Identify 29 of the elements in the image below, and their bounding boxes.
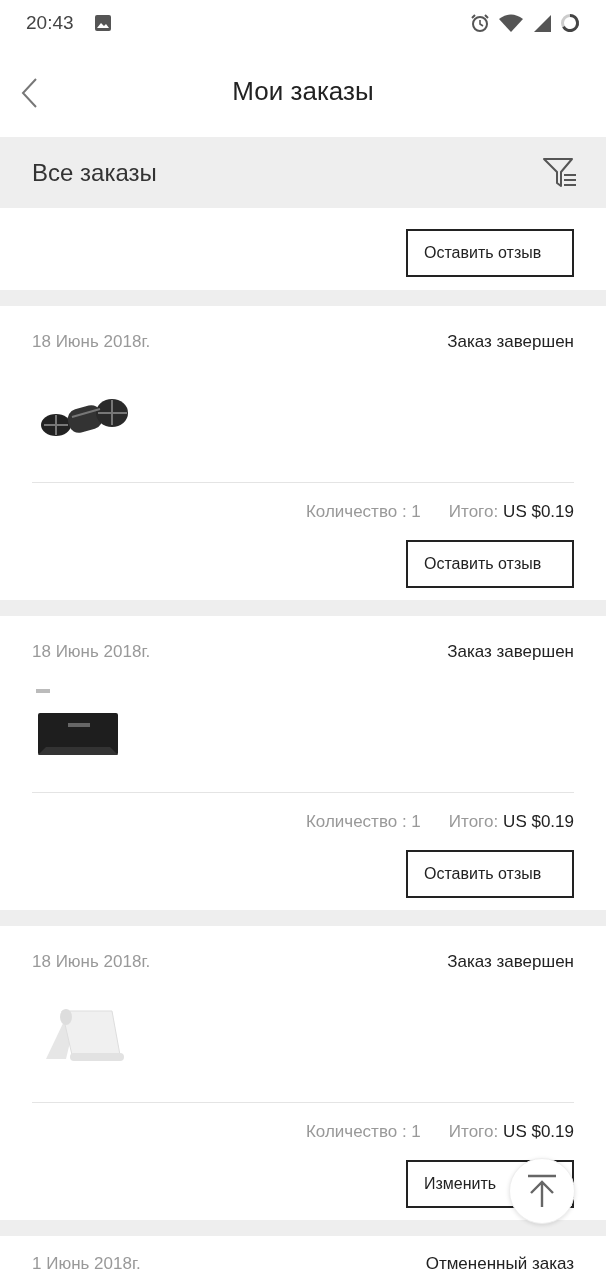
total-price: US $0.19 — [503, 811, 574, 832]
page-title: Мои заказы — [232, 75, 374, 107]
order-action-button[interactable]: Оставить отзыв — [406, 540, 574, 588]
filter-label: Все заказы — [32, 158, 157, 187]
quantity-text: Количество : 1 — [305, 811, 421, 832]
quantity-text: Количество : 1 — [305, 1121, 421, 1142]
total-price: US $0.19 — [503, 1121, 574, 1142]
order-status: Заказ завершен — [447, 642, 574, 662]
order-date: 18 Июнь 2018г. — [32, 952, 151, 972]
review-button[interactable]: Оставить отзыв — [406, 229, 574, 277]
image-icon — [93, 13, 112, 32]
battery-icon — [560, 12, 580, 33]
wifi-icon — [498, 12, 524, 33]
total-price: US $0.19 — [503, 501, 574, 522]
alarm-icon — [470, 12, 490, 33]
order-action-button[interactable]: Оставить отзыв — [406, 850, 574, 898]
order-date: 18 Июнь 2018г. — [32, 642, 151, 662]
order-date: 1 Июнь 2018г. — [32, 1254, 141, 1274]
quantity-text: Количество : 1 — [305, 501, 421, 522]
arrow-up-icon — [527, 1174, 557, 1208]
filter-button[interactable] — [542, 155, 578, 190]
total-label: Итого: — [448, 1121, 499, 1142]
status-time: 20:43 — [26, 11, 74, 34]
total-label: Итого: — [448, 501, 499, 522]
order-status: Заказ завершен — [447, 952, 574, 972]
order-status: Заказ завершен — [447, 332, 574, 352]
order-date: 18 Июнь 2018г. — [32, 332, 151, 352]
order-status: Отмененный заказ — [425, 1254, 574, 1274]
total-label: Итого: — [448, 811, 499, 832]
